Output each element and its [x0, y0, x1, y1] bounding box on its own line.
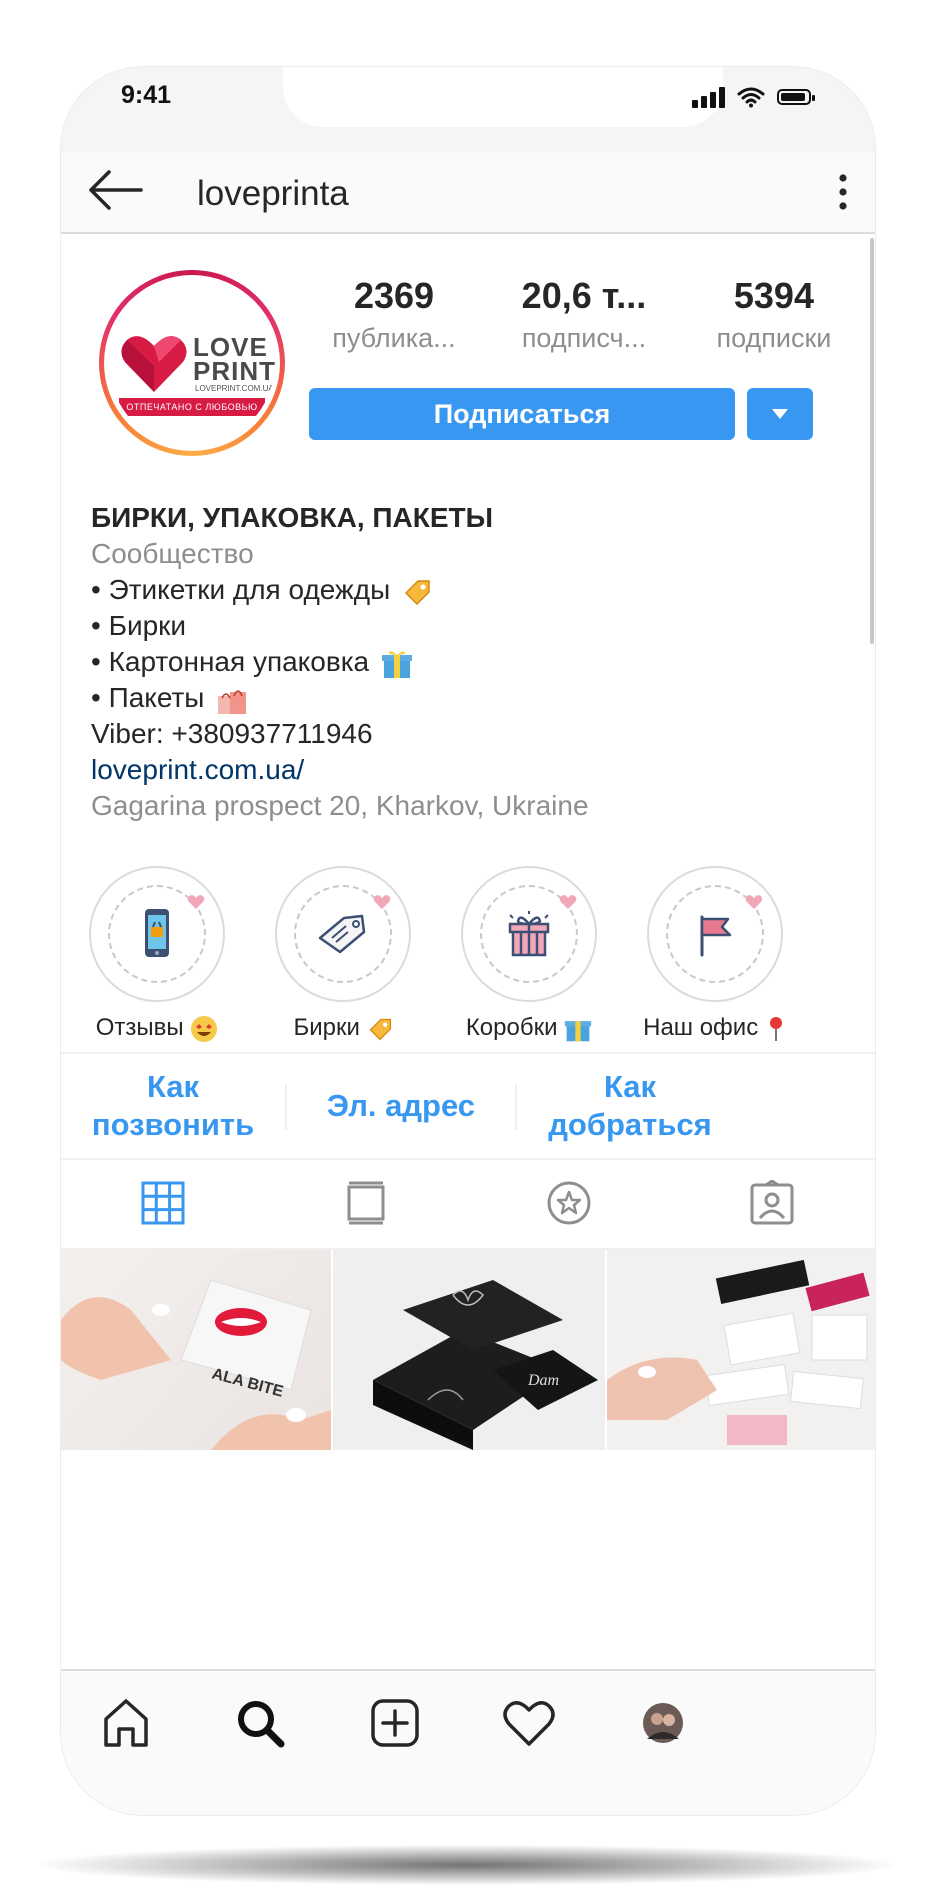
status-icons	[692, 83, 815, 111]
signal-icon	[692, 86, 725, 108]
highlight-label: Бирки	[253, 1014, 433, 1042]
grid-icon	[141, 1181, 184, 1225]
heart-icon	[503, 1701, 555, 1746]
label-tag-emoji-icon	[369, 1018, 391, 1040]
bio-line: • Пакеты	[91, 680, 851, 716]
email-button[interactable]: Эл. адрес	[287, 1054, 515, 1158]
phone-basket-icon	[145, 909, 169, 957]
label-tag-emoji-icon	[404, 579, 430, 605]
suggestions-dropdown-button[interactable]	[747, 388, 813, 440]
post-image	[607, 1259, 870, 1445]
bio-address[interactable]: Gagarina prospect 20, Kharkov, Ukraine	[91, 788, 851, 824]
profile-avatar	[643, 1703, 683, 1743]
highlight-tags[interactable]: Бирки	[253, 866, 433, 1042]
tag-icon	[318, 914, 366, 954]
triangle-down-icon	[772, 409, 788, 419]
post-image: Dam	[373, 1280, 598, 1450]
profile-stats: 2369 публика... 20,6 т... подписч... 539…	[299, 274, 869, 358]
back-arrow-icon[interactable]	[85, 168, 143, 212]
story-highlights: Отзывы Бирки Коробки Наш офис	[61, 866, 875, 1042]
profile-content: LOVE PRINT LOVEPRINT.COM.UA ОТПЕЧАТАНО С…	[61, 234, 875, 1669]
pin-emoji-icon	[769, 1016, 782, 1041]
nav-create[interactable]	[365, 1693, 425, 1753]
wifi-icon	[737, 87, 765, 108]
brand-logo: LOVE PRINT LOVEPRINT.COM.UA ОТПЕЧАТАНО С…	[109, 280, 275, 446]
battery-icon	[777, 89, 815, 105]
star-icon	[547, 1181, 590, 1225]
tab-tagged[interactable]	[670, 1158, 873, 1248]
scrollbar[interactable]	[870, 238, 874, 644]
nav-search[interactable]	[230, 1693, 290, 1753]
bio-line: • Бирки	[91, 610, 187, 641]
highlight-reviews[interactable]: Отзывы	[67, 866, 247, 1043]
tab-guides[interactable]	[467, 1158, 670, 1248]
posts-grid: ALA BITE Dam	[61, 1250, 875, 1450]
profile-bio: БИРКИ, УПАКОВКА, ПАКЕТЫ Сообщество • Эти…	[91, 500, 851, 824]
more-options-icon[interactable]	[833, 170, 853, 214]
tagged-icon	[750, 1180, 793, 1225]
add-icon	[371, 1699, 419, 1747]
search-icon	[238, 1701, 285, 1748]
profile-tabs	[61, 1158, 875, 1250]
nav-profile[interactable]	[633, 1693, 693, 1753]
notch	[283, 67, 723, 127]
profile-username: loveprinta	[197, 174, 349, 213]
highlight-office[interactable]: Наш офис	[625, 866, 805, 1043]
highlight-boxes[interactable]: Коробки	[439, 866, 619, 1043]
heart-icon	[187, 895, 205, 909]
highlight-label: Отзывы	[67, 1014, 247, 1043]
contact-actions: Как позвонить Эл. адрес Как добраться	[61, 1052, 875, 1160]
stat-followers[interactable]: 20,6 т... подписч...	[489, 274, 679, 358]
home-icon	[104, 1699, 148, 1747]
post-thumbnail[interactable]: Dam	[333, 1250, 605, 1450]
nav-activity[interactable]	[499, 1693, 559, 1753]
post-thumbnail[interactable]	[607, 1250, 875, 1450]
post-image: ALA BITE	[61, 1279, 331, 1450]
heart-eyes-emoji-icon	[191, 1015, 218, 1042]
stat-posts[interactable]: 2369 публика...	[299, 274, 489, 358]
follow-button[interactable]: Подписаться	[309, 388, 735, 440]
highlight-label: Коробки	[439, 1014, 619, 1043]
directions-button[interactable]: Как добраться	[517, 1054, 743, 1158]
bio-line: • Картонная упаковка	[91, 644, 851, 680]
post-thumbnail[interactable]: ALA BITE	[61, 1250, 331, 1450]
phone-frame: 9:41 loveprinta LOVE PRINT LOVEPRINT.COM…	[61, 67, 875, 1815]
feed-icon	[347, 1181, 384, 1225]
heart-logo-icon	[121, 336, 187, 392]
heart-icon	[559, 895, 577, 909]
stat-following[interactable]: 5394 подписки	[679, 274, 869, 358]
gift-emoji-icon	[381, 650, 412, 678]
top-bar: loveprinta	[61, 152, 875, 234]
gift-icon	[508, 911, 550, 957]
call-button[interactable]: Как позвонить	[61, 1054, 285, 1158]
bio-line: • Этикетки для одежды	[91, 572, 851, 608]
tab-grid[interactable]	[61, 1158, 264, 1248]
flag-icon	[700, 915, 732, 957]
nav-home[interactable]	[96, 1693, 156, 1753]
status-time: 9:41	[121, 81, 172, 109]
gift-emoji-icon	[565, 1020, 592, 1041]
profile-avatar-ring[interactable]: LOVE PRINT LOVEPRINT.COM.UA ОТПЕЧАТАНО С…	[99, 270, 285, 456]
svg-text:Dam: Dam	[527, 1372, 559, 1389]
shopping-bags-emoji-icon	[218, 689, 247, 714]
device-shadow	[40, 1845, 895, 1885]
highlight-label: Наш офис	[625, 1014, 805, 1043]
bio-name: БИРКИ, УПАКОВКА, ПАКЕТЫ	[91, 502, 494, 533]
bio-category: Сообщество	[91, 538, 254, 569]
heart-icon	[745, 895, 763, 909]
bottom-navigation	[61, 1669, 875, 1815]
bio-website-link[interactable]: loveprint.com.ua/	[91, 752, 851, 788]
heart-icon	[373, 895, 391, 909]
bio-phone[interactable]: Viber: +380937711946	[91, 716, 851, 752]
tab-feed[interactable]	[264, 1158, 467, 1248]
